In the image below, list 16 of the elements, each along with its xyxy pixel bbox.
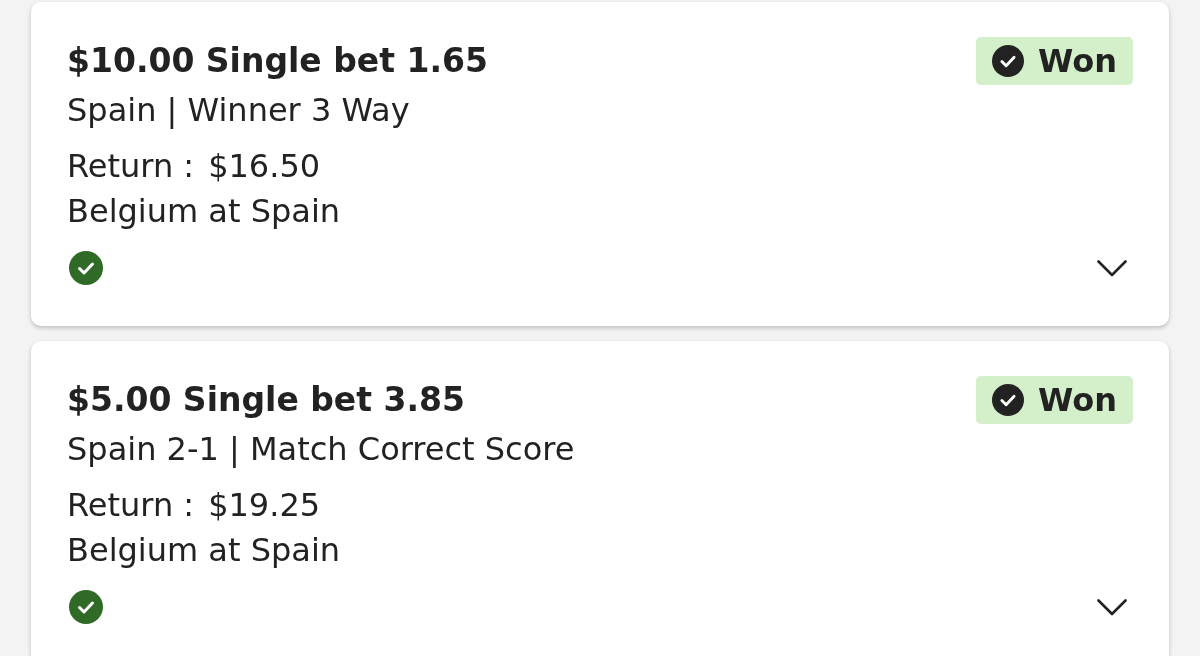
check-circle-icon <box>992 384 1025 416</box>
bet-title: $5.00 Single bet 3.85 <box>67 379 466 421</box>
chevron-down-icon[interactable] <box>1097 259 1127 277</box>
event-name: Belgium at Spain <box>67 191 341 232</box>
status-label: Won <box>1038 41 1117 81</box>
bet-selection: Spain | Winner 3 Way <box>67 90 411 131</box>
return-amount: $19.25 <box>208 485 321 526</box>
chevron-down-icon[interactable] <box>1097 598 1127 616</box>
status-label: Won <box>1038 380 1117 420</box>
return-label: Return : <box>67 146 195 187</box>
check-circle-icon <box>992 45 1025 77</box>
return-label: Return : <box>67 485 195 526</box>
bet-title: $10.00 Single bet 1.65 <box>67 40 488 82</box>
event-name: Belgium at Spain <box>67 530 341 571</box>
bet-selection: Spain 2-1 | Match Correct Score <box>67 429 575 470</box>
return-amount: $16.50 <box>208 146 321 187</box>
